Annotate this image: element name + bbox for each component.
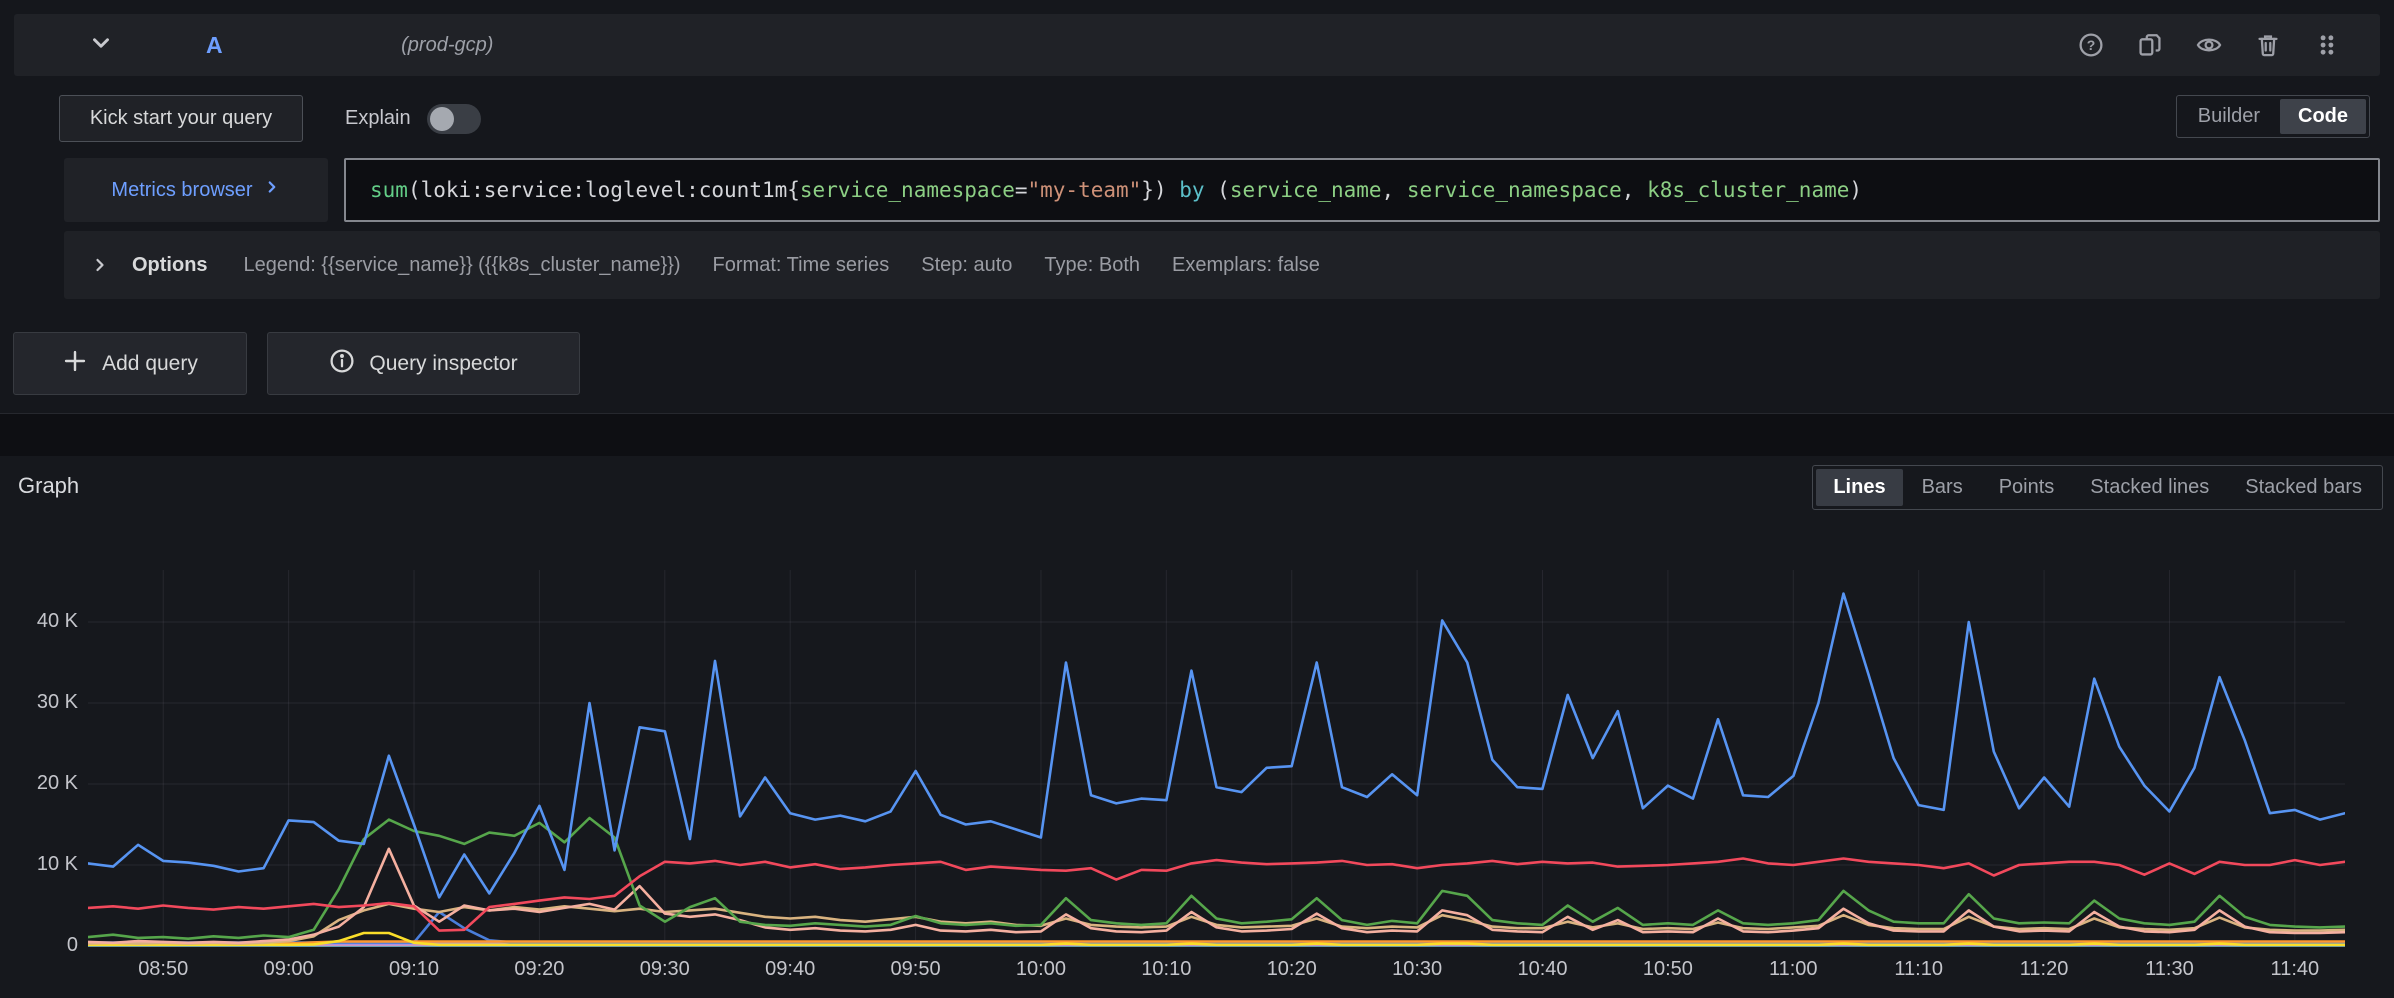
panel-title: Graph xyxy=(18,473,79,499)
x-tick-label: 10:00 xyxy=(1016,958,1066,981)
x-tick-label: 09:30 xyxy=(640,958,690,981)
metrics-browser-label: Metrics browser xyxy=(111,179,252,202)
options-collapse-row[interactable]: Options Legend: {{service_name}} ({{k8s_… xyxy=(64,231,2380,299)
option-summary-item: Legend: {{service_name}} ({{k8s_cluster_… xyxy=(244,254,681,277)
series-tan xyxy=(88,904,2345,944)
x-tick-label: 08:50 xyxy=(138,958,188,981)
collapse-query-button[interactable] xyxy=(88,32,114,58)
kick-start-query-button[interactable]: Kick start your query xyxy=(59,95,303,142)
graph-panel: Graph LinesBarsPointsStacked linesStacke… xyxy=(0,456,2394,998)
explain-label: Explain xyxy=(345,107,411,130)
info-circle-icon xyxy=(329,348,355,380)
option-summary-item: Type: Both xyxy=(1044,254,1140,277)
x-tick-label: 09:50 xyxy=(891,958,941,981)
options-summary: Legend: {{service_name}} ({{k8s_cluster_… xyxy=(244,254,1320,277)
chevron-down-icon xyxy=(88,30,114,61)
query-ref-id[interactable]: A xyxy=(206,32,223,59)
query-expression: sum(loki:service:loglevel:count1m{servic… xyxy=(370,178,1862,202)
add-query-label: Add query xyxy=(102,352,198,376)
option-summary-item: Exemplars: false xyxy=(1172,254,1320,277)
y-tick-label: 20 K xyxy=(0,772,78,795)
y-tick-label: 30 K xyxy=(0,691,78,714)
option-summary-item: Format: Time series xyxy=(713,254,890,277)
x-tick-label: 09:20 xyxy=(514,958,564,981)
x-tick-label: 11:10 xyxy=(1894,958,1943,981)
explain-control: Explain xyxy=(345,95,481,142)
y-tick-label: 10 K xyxy=(0,853,78,876)
options-label: Options xyxy=(132,254,208,277)
timeseries-svg[interactable] xyxy=(88,570,2345,950)
x-tick-label: 11:40 xyxy=(2271,958,2320,981)
metrics-browser-button[interactable]: Metrics browser xyxy=(64,158,328,222)
query-inspector-button[interactable]: Query inspector xyxy=(267,332,580,395)
x-tick-label: 11:00 xyxy=(1769,958,1818,981)
timeseries-chart[interactable]: 0 10 K 20 K 30 K 40 K 08:50 09:00 09:10 09:20 09… xyxy=(0,570,2394,998)
datasource-hint: (prod-gcp) xyxy=(401,34,493,57)
query-header-actions: ? xyxy=(2078,32,2340,58)
query-row-header[interactable]: A (prod-gcp) ? xyxy=(14,14,2380,76)
help-icon[interactable]: ? xyxy=(2078,32,2104,58)
graph-mode-points[interactable]: Points xyxy=(1982,469,2072,506)
x-tick-label: 10:30 xyxy=(1392,958,1442,981)
trash-icon[interactable] xyxy=(2255,32,2281,58)
editor-mode-group: BuilderCode xyxy=(2176,95,2370,138)
x-tick-label: 09:40 xyxy=(765,958,815,981)
editor-mode-code[interactable]: Code xyxy=(2280,99,2366,134)
x-tick-label: 10:20 xyxy=(1267,958,1317,981)
graph-mode-lines[interactable]: Lines xyxy=(1816,469,1902,506)
option-summary-item: Step: auto xyxy=(921,254,1012,277)
grafana-query-editor: A (prod-gcp) ? Kick start your query Exp… xyxy=(0,0,2394,998)
x-axis-labels: 08:50 09:00 09:10 09:20 09:30 09:40 09:50 10:00… xyxy=(88,958,2345,996)
chevron-right-icon xyxy=(90,255,110,275)
graph-mode-bars[interactable]: Bars xyxy=(1905,469,1980,506)
chevron-right-icon xyxy=(263,178,281,202)
x-tick-label: 10:50 xyxy=(1643,958,1693,981)
graph-mode-group: LinesBarsPointsStacked linesStacked bars xyxy=(1812,465,2383,510)
graph-mode-stacked-lines[interactable]: Stacked lines xyxy=(2073,469,2226,506)
x-tick-label: 10:40 xyxy=(1517,958,1567,981)
x-tick-label: 11:20 xyxy=(2020,958,2069,981)
explain-toggle[interactable] xyxy=(427,104,481,134)
x-tick-label: 11:30 xyxy=(2145,958,2194,981)
x-tick-label: 09:10 xyxy=(389,958,439,981)
editor-mode-builder[interactable]: Builder xyxy=(2180,99,2278,134)
query-inspector-label: Query inspector xyxy=(369,352,517,376)
y-tick-label: 40 K xyxy=(0,610,78,633)
svg-text:?: ? xyxy=(2087,37,2096,53)
y-tick-label: 0 xyxy=(0,934,78,957)
x-tick-label: 09:00 xyxy=(264,958,314,981)
series-blue xyxy=(88,594,2345,898)
copy-icon[interactable] xyxy=(2137,32,2163,58)
plus-icon xyxy=(62,348,88,380)
drag-handle-icon[interactable] xyxy=(2314,32,2340,58)
series-green xyxy=(88,818,2345,939)
y-axis-labels: 010 K20 K30 K40 K xyxy=(0,570,78,950)
x-tick-label: 10:10 xyxy=(1141,958,1191,981)
query-code-editor[interactable]: sum(loki:service:loglevel:count1m{servic… xyxy=(344,158,2380,222)
add-query-button[interactable]: Add query xyxy=(13,332,247,395)
section-divider xyxy=(0,413,2394,414)
toggle-knob xyxy=(430,107,454,131)
eye-icon[interactable] xyxy=(2196,32,2222,58)
graph-mode-stacked-bars[interactable]: Stacked bars xyxy=(2228,469,2379,506)
